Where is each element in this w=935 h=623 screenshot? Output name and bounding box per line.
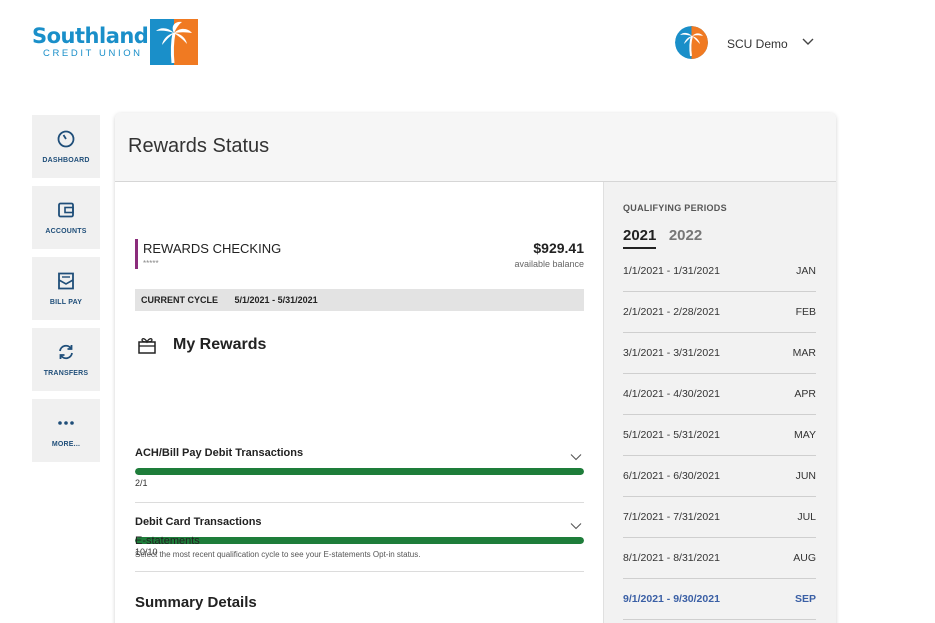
rewards-details-panel: REWARDS CHECKING ***** $929.41 available…: [115, 182, 603, 623]
period-list: 1/1/2021 - 1/31/2021 JAN 2/1/2021 - 2/28/…: [623, 251, 816, 620]
period-item[interactable]: 3/1/2021 - 3/31/2021 MAR: [623, 333, 816, 374]
estatements-description: Select the most recent qualification cyc…: [135, 550, 421, 559]
reward-title: ACH/Bill Pay Debit Transactions: [135, 447, 304, 459]
period-month: JUL: [797, 511, 816, 523]
divider: [135, 571, 584, 572]
user-menu[interactable]: SCU Demo: [675, 26, 825, 60]
account-balance: $929.41: [533, 240, 584, 256]
period-item[interactable]: 6/1/2021 - 6/30/2021 JUN: [623, 456, 816, 497]
sidebar-item-bill-pay[interactable]: BILL PAY: [32, 257, 100, 320]
estatements-section: E-statements Select the most recent qual…: [135, 535, 584, 559]
period-item-selected[interactable]: 9/1/2021 - 9/30/2021 SEP: [623, 579, 816, 620]
period-item[interactable]: 1/1/2021 - 1/31/2021 JAN: [623, 251, 816, 292]
southland-logo[interactable]: Southland CREDIT UNION: [32, 19, 200, 67]
card-header: Rewards Status: [115, 113, 836, 182]
my-rewards-title: My Rewards: [173, 336, 267, 353]
current-cycle-range: 5/1/2021 - 5/31/2021: [234, 295, 318, 305]
avatar: [675, 26, 708, 59]
reward-count: 2/1: [135, 478, 148, 488]
more-icon: [58, 421, 74, 425]
reward-progress-bar: [135, 468, 584, 475]
sidebar-item-dashboard[interactable]: DASHBOARD: [32, 115, 100, 178]
period-month: FEB: [795, 306, 816, 318]
qualifying-periods-title: QUALIFYING PERIODS: [623, 203, 727, 213]
sidebar-item-label: MORE...: [51, 441, 81, 448]
sidebar-item-accounts[interactable]: ACCOUNTS: [32, 186, 100, 249]
user-name: SCU Demo: [727, 37, 788, 51]
gauge-icon: [57, 130, 75, 148]
period-range: 2/1/2021 - 2/28/2021: [623, 306, 720, 318]
transfer-icon: [59, 344, 73, 360]
period-range: 8/1/2021 - 8/31/2021: [623, 552, 720, 564]
period-month: JUN: [795, 470, 816, 482]
period-item[interactable]: 2/1/2021 - 2/28/2021 FEB: [623, 292, 816, 333]
period-month: AUG: [793, 552, 816, 564]
period-range: 3/1/2021 - 3/31/2021: [623, 347, 720, 359]
chevron-down-icon[interactable]: [570, 451, 582, 463]
divider: [135, 502, 584, 503]
wallet-icon: [58, 202, 74, 218]
logo-text: Southland CREDIT UNION: [32, 24, 149, 59]
sidebar-item-more[interactable]: MORE...: [32, 399, 100, 462]
period-range: 7/1/2021 - 7/31/2021: [623, 511, 720, 523]
period-month: JAN: [796, 265, 816, 277]
period-month: APR: [794, 388, 816, 400]
account-color-bar: [135, 239, 138, 269]
my-rewards-heading: My Rewards: [135, 333, 584, 357]
sidebar-item-label: DASHBOARD: [42, 157, 90, 164]
year-tabs: 2021 2022: [623, 227, 710, 251]
period-item[interactable]: 8/1/2021 - 8/31/2021 AUG: [623, 538, 816, 579]
page-title: Rewards Status: [128, 135, 270, 157]
account-summary[interactable]: REWARDS CHECKING ***** $929.41 available…: [135, 239, 584, 271]
period-range: 4/1/2021 - 4/30/2021: [623, 388, 720, 400]
logo-subtitle: CREDIT UNION: [43, 48, 143, 59]
sidebar-item-transfers[interactable]: TRANSFERS: [32, 328, 100, 391]
sidebar-item-label: BILL PAY: [49, 299, 83, 306]
period-range: 6/1/2021 - 6/30/2021: [623, 470, 720, 482]
sidebar-item-label: TRANSFERS: [43, 370, 89, 377]
qualifying-periods-panel: QUALIFYING PERIODS 2021 2022 1/1/2021 - …: [603, 182, 836, 623]
tab-year-2021[interactable]: 2021: [623, 227, 657, 249]
period-range: 9/1/2021 - 9/30/2021: [623, 593, 720, 605]
period-month: SEP: [794, 593, 816, 605]
summary-details-title: Summary Details: [135, 594, 257, 611]
logo-wordmark: Southland: [32, 24, 149, 48]
bill-icon: [58, 272, 74, 290]
period-range: 5/1/2021 - 5/31/2021: [623, 429, 720, 441]
gift-icon: [138, 338, 156, 354]
chevron-down-icon[interactable]: [801, 35, 815, 49]
reward-progress-fill: [135, 468, 584, 475]
tab-year-2022[interactable]: 2022: [669, 227, 702, 247]
account-name: REWARDS CHECKING: [143, 241, 282, 256]
account-number-mask: *****: [143, 259, 159, 268]
sidebar-nav: DASHBOARD ACCOUNTS BILL PAY TRANSFERS MO…: [32, 115, 100, 470]
rewards-status-card: Rewards Status REWARDS CHECKING ***** $9…: [115, 113, 836, 623]
period-item[interactable]: 5/1/2021 - 5/31/2021 MAY: [623, 415, 816, 456]
chevron-down-icon[interactable]: [570, 520, 582, 532]
period-month: MAR: [792, 347, 816, 359]
reward-title: Debit Card Transactions: [135, 516, 262, 528]
estatements-title: E-statements: [135, 535, 200, 547]
account-balance-label: available balance: [514, 259, 584, 269]
period-month: MAY: [794, 429, 816, 441]
current-cycle-bar: CURRENT CYCLE 5/1/2021 - 5/31/2021: [135, 289, 584, 311]
period-range: 1/1/2021 - 1/31/2021: [623, 265, 720, 277]
current-cycle-label: CURRENT CYCLE: [141, 295, 219, 305]
palm-tree-logo-icon: [150, 19, 198, 65]
period-item[interactable]: 4/1/2021 - 4/30/2021 APR: [623, 374, 816, 415]
sidebar-item-label: ACCOUNTS: [45, 228, 87, 235]
period-item[interactable]: 7/1/2021 - 7/31/2021 JUL: [623, 497, 816, 538]
reward-item-ach-bill-pay[interactable]: ACH/Bill Pay Debit Transactions 2/1: [135, 447, 584, 515]
